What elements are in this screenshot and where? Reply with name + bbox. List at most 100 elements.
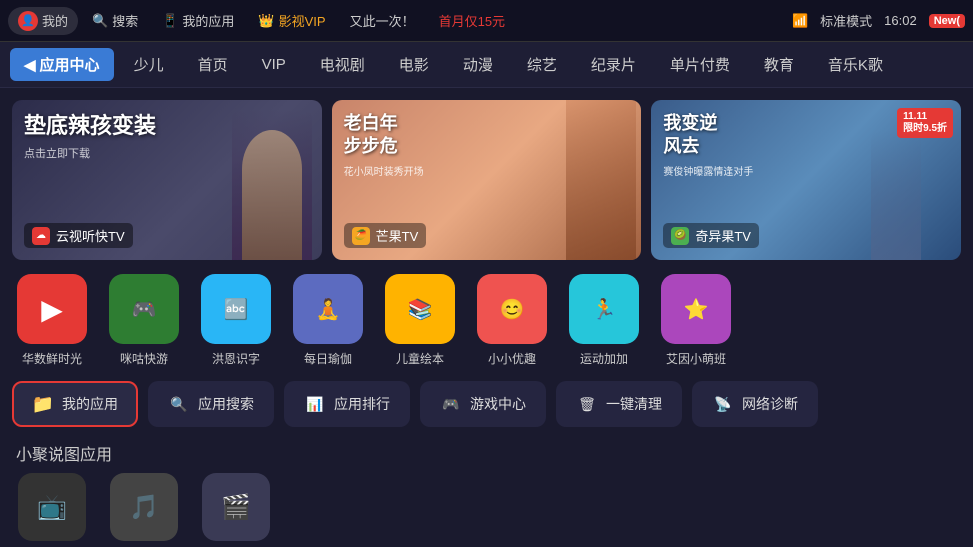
- topbar-vip[interactable]: 👑 影视VIP: [248, 7, 335, 34]
- bottom-app-3[interactable]: 🎬: [196, 473, 276, 541]
- topbar-search-label: 搜索: [112, 11, 138, 30]
- tool-myapps[interactable]: 📁 我的应用: [12, 381, 138, 427]
- tool-gamecenter[interactable]: 🎮 游戏中心: [420, 381, 546, 427]
- topbar-myapps[interactable]: 📱 我的应用: [152, 7, 244, 34]
- app-ayin-icon: ⭐: [661, 274, 731, 344]
- tool-buttons: 📁 我的应用 🔍 应用搜索 📊 应用排行 🎮 游戏中心 🗑 一键清理 📡 网络诊…: [12, 381, 961, 427]
- wifi-icon: 📶: [792, 13, 808, 29]
- trash-icon: 🗑: [576, 393, 598, 415]
- folder-icon: 📁: [32, 393, 54, 415]
- topbar-promo-label: 又此一次！: [350, 11, 415, 30]
- nav-variety[interactable]: 综艺: [513, 48, 571, 81]
- nav-bar: ◀ 应用中心 少儿 首页 VIP 电视剧 电影 动漫 综艺 纪录片 单片付费 教…: [0, 42, 973, 88]
- tool-oneclean-label: 一键清理: [606, 394, 662, 414]
- app-yoga-icon: 🧘: [293, 274, 363, 344]
- rank-icon: 📊: [304, 393, 326, 415]
- tool-apprank[interactable]: 📊 应用排行: [284, 381, 410, 427]
- banner2-label: 芒果TV: [376, 226, 419, 245]
- tool-appsearch-label: 应用搜索: [198, 394, 254, 414]
- app-sport-name: 运动加加: [580, 350, 628, 367]
- nav-back-label: 应用中心: [40, 54, 100, 75]
- app-huashu[interactable]: ▶ 华数鲜时光: [12, 274, 92, 367]
- app-huashu-name: 华数鲜时光: [22, 350, 82, 367]
- tool-oneclean[interactable]: 🗑 一键清理: [556, 381, 682, 427]
- nav-back-button[interactable]: ◀ 应用中心: [10, 48, 114, 81]
- banner3-label-icon: 🥝: [671, 227, 689, 245]
- app-xiaoxiao[interactable]: 😊 小小优趣: [472, 274, 552, 367]
- clock: 16:02: [884, 13, 917, 28]
- back-arrow-icon: ◀: [24, 56, 36, 74]
- app-picture[interactable]: 📚 儿童绘本: [380, 274, 460, 367]
- nav-education[interactable]: 教育: [750, 48, 808, 81]
- app-miaoku[interactable]: 🎮 咪咕快游: [104, 274, 184, 367]
- topbar-first-label: 首月仅15元: [439, 11, 505, 30]
- app-sport-icon: 🏃: [569, 274, 639, 344]
- tool-appsearch[interactable]: 🔍 应用搜索: [148, 381, 274, 427]
- nav-music[interactable]: 音乐K歌: [814, 48, 897, 81]
- app-yoga[interactable]: 🧘 每日瑜伽: [288, 274, 368, 367]
- app-picture-icon: 📚: [385, 274, 455, 344]
- banner3-label: 奇异果TV: [695, 226, 751, 245]
- tool-netdiag-label: 网络诊断: [742, 394, 798, 414]
- topbar-right: 📶 标准模式 16:02 New(: [792, 11, 965, 30]
- bottom-apps: 📺 🎵 🎬: [12, 473, 961, 541]
- app-hongsi[interactable]: 🔤 洪恩识字: [196, 274, 276, 367]
- nav-anime[interactable]: 动漫: [449, 48, 507, 81]
- bottom-app-2-icon: 🎵: [110, 473, 178, 541]
- search-tool-icon: 🔍: [168, 393, 190, 415]
- app-sport[interactable]: 🏃 运动加加: [564, 274, 644, 367]
- banner-yunshi[interactable]: 垫底辣孩变装 点击立即下载 ☁ 云视听快TV: [12, 100, 322, 260]
- tool-apprank-label: 应用排行: [334, 394, 390, 414]
- banner2-label-icon: 🥭: [352, 227, 370, 245]
- game-icon: 🎮: [440, 393, 462, 415]
- tool-netdiag[interactable]: 📡 网络诊断: [692, 381, 818, 427]
- app-miaoku-name: 咪咕快游: [120, 350, 168, 367]
- app-hongsi-icon: 🔤: [201, 274, 271, 344]
- mode-label: 标准模式: [820, 11, 872, 30]
- network-icon: 📡: [712, 393, 734, 415]
- top-bar: 👤 我的 🔍 搜索 📱 我的应用 👑 影视VIP 又此一次！ 首月仅15元 📶 …: [0, 0, 973, 42]
- topbar-my-label: 我的: [42, 11, 68, 30]
- app-picture-name: 儿童绘本: [396, 350, 444, 367]
- section-title: 小聚说图应用: [12, 441, 961, 465]
- app-grid: ▶ 华数鲜时光 🎮 咪咕快游 🔤 洪恩识字 🧘 每日瑜伽 📚 儿童绘本 😊 小小…: [12, 274, 961, 367]
- myapps-icon: 📱: [162, 13, 178, 29]
- app-ayin[interactable]: ⭐ 艾因小萌班: [656, 274, 736, 367]
- app-huashu-icon: ▶: [17, 274, 87, 344]
- topbar-my[interactable]: 👤 我的: [8, 7, 78, 35]
- app-ayin-name: 艾因小萌班: [666, 350, 726, 367]
- main-content: 垫底辣孩变装 点击立即下载 ☁ 云视听快TV 老白年步步危 花小凤时装秀开场: [0, 88, 973, 541]
- nav-movie[interactable]: 电影: [385, 48, 443, 81]
- app-xiaoxiao-icon: 😊: [477, 274, 547, 344]
- nav-vip[interactable]: VIP: [248, 50, 300, 79]
- vip-crown-icon: 👑: [258, 13, 274, 29]
- my-icon: 👤: [18, 11, 38, 31]
- banner1-label: 云视听快TV: [56, 226, 125, 245]
- banner1-label-icon: ☁: [32, 227, 50, 245]
- banner-section: 垫底辣孩变装 点击立即下载 ☁ 云视听快TV 老白年步步危 花小凤时装秀开场: [12, 100, 961, 260]
- app-miaoku-icon: 🎮: [109, 274, 179, 344]
- app-hongsi-name: 洪恩识字: [212, 350, 260, 367]
- topbar-promo[interactable]: 又此一次！: [340, 7, 425, 34]
- bottom-app-1-icon: 📺: [18, 473, 86, 541]
- search-icon: 🔍: [92, 13, 108, 29]
- app-xiaoxiao-name: 小小优趣: [488, 350, 536, 367]
- nav-home[interactable]: 首页: [184, 48, 242, 81]
- topbar-myapps-label: 我的应用: [182, 11, 234, 30]
- nav-children[interactable]: 少儿: [120, 48, 178, 81]
- bottom-app-2[interactable]: 🎵: [104, 473, 184, 541]
- new-badge: New(: [929, 14, 965, 28]
- bottom-app-3-icon: 🎬: [202, 473, 270, 541]
- topbar-first[interactable]: 首月仅15元: [429, 7, 515, 34]
- topbar-search[interactable]: 🔍 搜索: [82, 7, 148, 34]
- app-yoga-name: 每日瑜伽: [304, 350, 352, 367]
- tool-gamecenter-label: 游戏中心: [470, 394, 526, 414]
- nav-tvshow[interactable]: 电视剧: [306, 48, 379, 81]
- nav-ppv[interactable]: 单片付费: [656, 48, 744, 81]
- banner-kiwi[interactable]: 我变逆风去 赛俊钟曝露情逢对手 🥝 奇异果TV 11.11限时9.5折: [651, 100, 961, 260]
- banner-mango[interactable]: 老白年步步危 花小凤时装秀开场 🥭 芒果TV: [332, 100, 642, 260]
- topbar-vip-label: 影视VIP: [279, 11, 326, 30]
- nav-documentary[interactable]: 纪录片: [577, 48, 650, 81]
- bottom-app-1[interactable]: 📺: [12, 473, 92, 541]
- tool-myapps-label: 我的应用: [62, 394, 118, 414]
